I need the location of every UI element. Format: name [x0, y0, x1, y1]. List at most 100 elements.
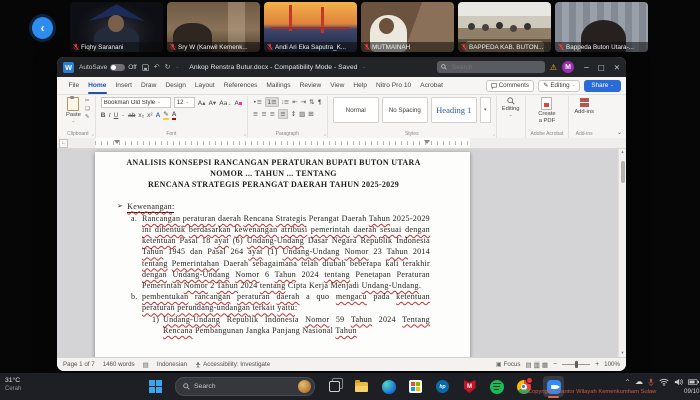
indent-marker[interactable] — [424, 140, 430, 144]
line-spacing-icon[interactable]: ↕ — [291, 110, 296, 118]
align-center-icon[interactable]: ≡ — [261, 110, 266, 118]
zoom-in-button[interactable]: + — [595, 361, 599, 368]
language-indicator[interactable]: Indonesian — [157, 361, 187, 368]
style-no-spacing[interactable]: No Spacing — [381, 97, 428, 123]
warning-icon[interactable]: ⚠ — [550, 63, 557, 72]
italic-button[interactable]: I — [108, 112, 110, 119]
participant-tile[interactable]: Andi Ari Eka Saputra_K... — [264, 2, 357, 52]
zoom-level[interactable]: 100% — [604, 361, 620, 368]
pilcrow-icon[interactable]: ¶ — [318, 98, 322, 106]
font-color-button[interactable]: A — [171, 111, 177, 120]
numbered-list-icon[interactable]: 1≡ — [265, 97, 279, 107]
style-normal[interactable]: Normal — [332, 97, 379, 123]
tab-view[interactable]: View — [326, 77, 349, 94]
mcafee-button[interactable]: M — [462, 379, 477, 394]
wifi-icon[interactable] — [659, 378, 669, 386]
zoom-slider[interactable] — [562, 361, 591, 368]
microphone-icon[interactable] — [648, 378, 654, 387]
tab-design[interactable]: Design — [161, 77, 191, 94]
start-button[interactable] — [148, 379, 163, 394]
title-chevron-icon[interactable]: ⌄ — [362, 65, 366, 70]
zoom-slider-knob[interactable] — [575, 361, 579, 368]
font-size-combo[interactable]: 12 ⌄ — [173, 97, 195, 108]
share-button[interactable]: Share ⌄ — [584, 79, 621, 92]
bold-button[interactable]: B — [101, 112, 106, 119]
taskbar-search[interactable]: Search — [175, 377, 315, 396]
participant-tile[interactable]: BAPPEDA KAB. BUTON... — [458, 2, 551, 52]
participant-tile[interactable]: Bappeda Buton Utara-... — [555, 2, 648, 52]
autosave-control[interactable]: AutoSave Off — [79, 63, 137, 71]
dialog-launcher-icon[interactable]: ⌟ — [493, 132, 495, 137]
zoom-out-button[interactable]: − — [553, 361, 557, 368]
dialog-launcher-icon[interactable]: ⌟ — [92, 132, 94, 137]
tab-review[interactable]: Review — [295, 77, 326, 94]
edge-button[interactable] — [381, 379, 396, 394]
search-input[interactable] — [449, 62, 524, 72]
word-count[interactable]: 1460 words — [103, 361, 135, 368]
shading-icon[interactable]: ▨ — [299, 110, 305, 118]
speaker-icon[interactable] — [674, 378, 683, 386]
change-case-icon[interactable]: Aa⌄ — [219, 99, 231, 107]
font-name-combo[interactable]: Bookman Old Style ⌄ — [100, 97, 171, 108]
increase-indent-icon[interactable]: ⇥ — [301, 98, 306, 106]
tab-layout[interactable]: Layout — [190, 77, 219, 94]
clock-date[interactable]: 09/10 — [684, 388, 699, 395]
task-view-button[interactable] — [327, 378, 343, 394]
paste-button[interactable]: Paste ⌄ — [66, 96, 81, 124]
superscript-button[interactable]: x² — [147, 112, 152, 119]
onedrive-cloud-icon[interactable]: ☁ — [635, 378, 643, 386]
borders-icon[interactable]: ⊞ — [308, 110, 313, 118]
indent-marker[interactable] — [114, 140, 120, 144]
collapse-video-panel-button[interactable]: ‹ — [32, 17, 53, 39]
editing-menu-button[interactable]: Editing ⌄ — [502, 97, 520, 118]
account-avatar[interactable]: M — [562, 61, 575, 73]
tray-chevron-icon[interactable]: ^ — [625, 379, 630, 386]
word-search-box[interactable] — [436, 61, 545, 73]
format-painter-icon[interactable]: ✎ — [85, 114, 90, 120]
page-indicator[interactable]: Page 1 of 7 — [63, 361, 95, 368]
tab-acrobat[interactable]: Acrobat — [416, 77, 448, 94]
print-layout-icon[interactable]: ▥ — [533, 360, 540, 369]
strikethrough-button[interactable]: ab — [128, 112, 135, 119]
scroll-up-icon[interactable]: ▴ — [619, 150, 626, 155]
word-app-icon[interactable]: W — [63, 61, 74, 73]
clear-formatting-icon[interactable]: A — [234, 99, 242, 107]
focus-button[interactable]: ▣ Focus — [496, 361, 521, 368]
file-explorer-button[interactable] — [354, 379, 369, 394]
style-heading-1[interactable]: Heading 1 — [430, 97, 477, 123]
create-pdf-button[interactable]: Create a PDF — [531, 97, 564, 124]
tab-nitro-pro[interactable]: Nitro Pro 10 — [371, 77, 415, 94]
participant-tile[interactable]: Fiqhy Saranani — [70, 2, 163, 52]
align-right-icon[interactable]: ≡ — [270, 110, 275, 118]
scroll-down-icon[interactable]: ▾ — [619, 351, 626, 356]
close-button[interactable]: ✕ — [614, 63, 620, 72]
bullet-list-icon[interactable]: •≡ — [253, 98, 262, 106]
vertical-scrollbar[interactable]: ▴ ▾ — [618, 149, 626, 357]
editing-mode-button[interactable]: ✎ Editing ⌄ — [538, 79, 581, 92]
minimize-button[interactable]: ─ — [584, 63, 589, 72]
styles-gallery-dropdown[interactable]: ▾ — [479, 97, 491, 123]
battery-icon[interactable] — [688, 379, 700, 385]
redo-icon[interactable]: ↻ — [165, 63, 171, 71]
tab-home[interactable]: Home — [84, 77, 111, 94]
tab-references[interactable]: References — [219, 77, 262, 94]
underline-button[interactable]: U — [114, 112, 119, 119]
dialog-launcher-icon[interactable]: ⌟ — [324, 132, 326, 137]
weather-widget[interactable]: 31°C Cerah — [5, 376, 21, 393]
tab-mailings[interactable]: Mailings — [262, 77, 295, 94]
participant-tile[interactable]: MUTMAINAH — [361, 2, 454, 52]
read-mode-icon[interactable]: ▤ — [526, 361, 532, 369]
tab-file[interactable]: File — [64, 77, 84, 94]
autosave-toggle[interactable] — [110, 63, 126, 71]
text-effects-button[interactable]: A — [156, 112, 161, 119]
dialog-launcher-icon[interactable]: ⌟ — [244, 132, 246, 137]
undo-icon[interactable]: ↶ — [154, 63, 160, 71]
save-icon[interactable] — [142, 63, 149, 71]
align-left-icon[interactable]: ≡ — [253, 110, 258, 118]
shrink-font-icon[interactable]: A▾ — [208, 99, 216, 107]
maximize-button[interactable]: □ — [598, 63, 605, 72]
grow-font-icon[interactable]: A▴ — [198, 99, 206, 107]
tab-selector-icon[interactable]: ∟ — [59, 139, 68, 148]
qat-chevron-icon[interactable]: ⌄ — [176, 65, 180, 70]
microsoft-store-button[interactable] — [408, 379, 423, 394]
